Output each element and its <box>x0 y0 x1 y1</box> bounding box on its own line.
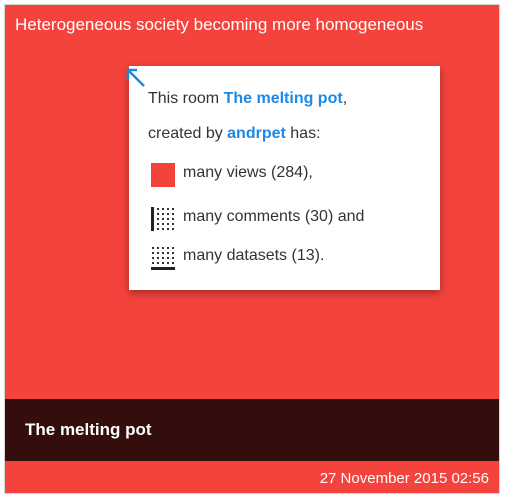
datasets-label: many datasets <box>183 247 288 264</box>
room-info-popup: This room The melting pot, created by an… <box>129 66 440 290</box>
room-suffix: , <box>342 90 348 107</box>
footer-title: The melting pot <box>25 420 152 439</box>
room-date: 27 November 2015 02:56 <box>319 470 489 487</box>
comments-count: 30 <box>310 208 328 225</box>
views-line: many views (284), <box>183 164 313 181</box>
datasets-grid-icon <box>151 247 175 270</box>
views-label: many views <box>183 164 267 181</box>
room-prefix: This room <box>148 90 224 107</box>
creator-link[interactable]: andrpet <box>227 125 286 142</box>
room-name-link[interactable]: The melting pot <box>224 90 343 107</box>
creator-line: created by andrpet has: <box>148 125 321 143</box>
arrow-up-left-icon <box>126 68 145 87</box>
room-line: This room The melting pot, <box>148 90 347 108</box>
room-card[interactable]: Heterogeneous society becoming more homo… <box>4 4 500 494</box>
views-count: 284 <box>276 164 304 181</box>
comments-line: many comments (30) and <box>183 208 365 225</box>
card-title: Heterogeneous society becoming more homo… <box>15 15 424 34</box>
comments-suffix: and <box>333 208 365 225</box>
views-square-icon <box>151 163 175 187</box>
creator-prefix: created by <box>148 125 228 142</box>
creator-suffix: has: <box>285 125 321 142</box>
comments-grid-icon <box>151 207 174 231</box>
footer-title-bar[interactable]: The melting pot <box>5 399 499 461</box>
datasets-count: 13 <box>296 247 315 264</box>
datasets-line: many datasets (13). <box>183 247 325 264</box>
comments-label: many comments <box>183 208 301 225</box>
